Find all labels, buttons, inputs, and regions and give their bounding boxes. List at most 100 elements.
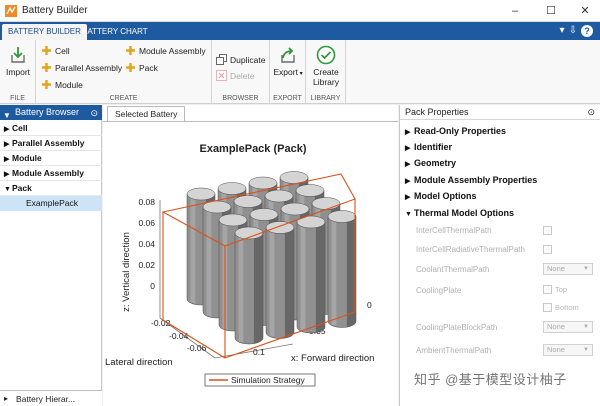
tree-item-label: Cell — [12, 123, 28, 133]
x-axis-label: x: Forward direction — [291, 353, 374, 364]
tree-leaf-example-pack[interactable]: ExamplePack — [0, 196, 102, 211]
panel-options-icon[interactable]: ⊙ — [587, 105, 595, 120]
duplicate-button[interactable]: Duplicate — [216, 53, 265, 67]
create-library-line1: Create — [313, 67, 339, 77]
tree-item-label: Pack — [12, 183, 32, 193]
create-pack-button[interactable]: Pack — [125, 61, 158, 75]
expand-arrow-icon[interactable]: ▶ — [4, 122, 12, 137]
section-label: Thermal Model Options — [414, 208, 515, 218]
module-label: Module — [55, 80, 83, 90]
plot-legend[interactable]: Simulation Strategy — [204, 373, 316, 387]
coolant-thermal-path-dropdown[interactable]: None ▼ — [543, 263, 593, 275]
tree-item-module[interactable]: ▶ Module — [0, 151, 102, 166]
inter-cell-radiative-label: InterCellRadiativeThermalPath — [416, 245, 525, 254]
duplicate-label: Duplicate — [230, 55, 266, 65]
expand-arrow-icon[interactable]: ▶ — [405, 125, 414, 140]
legend-strategy-label: Simulation Strategy — [231, 375, 305, 385]
ambient-thermal-path-dropdown[interactable]: None ▼ — [543, 344, 593, 356]
create-parallel-assembly-button[interactable]: Parallel Assembly — [41, 61, 122, 75]
z-axis-label: z: Vertical direction — [121, 232, 132, 312]
export-button[interactable]: Export ▾ — [272, 45, 304, 77]
maximize-button[interactable]: ☐ — [536, 0, 566, 22]
z-tick-label: 0 — [150, 281, 155, 291]
tree-item-pack[interactable]: ▼Pack — [0, 181, 102, 196]
cell-highlight — [300, 222, 306, 332]
section-read-only-properties[interactable]: ▶ Read-Only Properties — [400, 124, 600, 139]
expand-icon[interactable]: ⇩ — [567, 25, 579, 37]
panel-options-icon[interactable]: ⊙ — [90, 106, 98, 121]
battery-hierarchy-tab[interactable]: ▸ Battery Hierar... — [0, 390, 102, 406]
expand-arrow-icon[interactable]: ▶ — [405, 190, 414, 205]
plus-icon — [126, 46, 135, 55]
tree-item-label: Module — [12, 153, 42, 163]
import-icon — [11, 47, 25, 63]
inter-cell-thermal-path-checkbox[interactable] — [543, 226, 552, 235]
create-module-button[interactable]: Module — [41, 78, 83, 92]
create-group-label: CREATE — [109, 95, 138, 102]
cell-top — [186, 187, 216, 201]
window-title: Battery Builder — [22, 5, 88, 16]
ribbon: Import FILE Cell Parallel Assembly Modul… — [0, 40, 600, 104]
cell-label: Cell — [55, 46, 70, 56]
section-identifier[interactable]: ▶ Identifier — [400, 140, 600, 155]
z-tick-label: 0.08 — [138, 197, 155, 207]
tree-item-module-assembly[interactable]: ▶ Module Assembly — [0, 166, 102, 181]
cell-top — [296, 215, 326, 229]
tab-battery-chart[interactable]: BATTERY CHART — [76, 24, 154, 40]
create-module-assembly-button[interactable]: Module Assembly — [125, 44, 206, 58]
battery-cell — [296, 215, 326, 334]
help-icon[interactable]: ? — [581, 25, 593, 37]
delete-label: Delete — [230, 71, 255, 81]
expand-arrow-icon[interactable]: ▶ — [4, 137, 12, 152]
expand-arrow-icon[interactable]: ▶ — [4, 152, 12, 167]
cell-highlight — [331, 216, 337, 326]
expand-arrow-icon[interactable]: ▶ — [4, 167, 12, 182]
tab-battery-builder[interactable]: BATTERY BUILDER — [2, 24, 87, 40]
battery-browser-title: Battery Browser — [15, 107, 80, 117]
pack-3d-plot[interactable]: ExamplePack (Pack) 0.08 0.06 0.04 0.02 0 -0.0… — [103, 122, 398, 406]
coolant-thermal-path-label: CoolantThermalPath — [416, 265, 490, 274]
expand-arrow-icon[interactable]: ▶ — [405, 141, 414, 156]
tree-item-parallel-assembly[interactable]: ▶ Parallel Assembly — [0, 136, 102, 151]
create-library-button[interactable]: Create Library — [308, 45, 344, 87]
pack-properties-panel: Pack Properties ⊙ ▶ Read-Only Properties … — [399, 105, 600, 406]
browser-group-label: BROWSER — [222, 95, 259, 102]
y-axis-label: Lateral direction — [105, 357, 173, 368]
section-label: Geometry — [414, 158, 457, 168]
collapse-arrow-icon[interactable]: ▼ — [405, 207, 414, 222]
cell-highlight — [206, 207, 212, 317]
section-model-options[interactable]: ▶ Model Options — [400, 189, 600, 204]
expand-arrow-icon[interactable]: ▶ — [405, 157, 414, 172]
expand-arrow-icon[interactable]: ▶ — [405, 174, 414, 189]
inter-cell-radiative-checkbox[interactable] — [543, 245, 552, 254]
y-tick-label: -0.04 — [169, 331, 189, 341]
create-cell-button[interactable]: Cell — [41, 44, 70, 58]
module-assembly-label: Module Assembly — [139, 46, 206, 56]
library-group: Create Library LIBRARY — [306, 40, 346, 104]
delete-button[interactable]: Delete — [216, 69, 255, 83]
section-module-assembly-properties[interactable]: ▶ Module Assembly Properties — [400, 173, 600, 188]
section-thermal-model-options[interactable]: ▼ Thermal Model Options — [400, 206, 600, 221]
plus-icon — [126, 63, 135, 72]
cooling-plate-block-path-label: CoolingPlateBlockPath — [416, 323, 498, 332]
collapse-arrow-icon[interactable]: ▼ — [4, 182, 12, 197]
cell-top — [264, 189, 294, 203]
z-tick-label: 0.02 — [138, 260, 155, 270]
plus-icon — [42, 46, 51, 55]
check-circle-icon — [316, 45, 336, 65]
battery-builder-app-icon — [5, 5, 17, 17]
minimize-button[interactable]: – — [500, 0, 530, 22]
selected-battery-tab[interactable]: Selected Battery — [107, 106, 186, 121]
import-button[interactable]: Import — [4, 45, 32, 77]
battery-hierarchy-label: Battery Hierar... — [16, 394, 76, 404]
browser-group: Duplicate Delete BROWSER — [212, 40, 270, 104]
cooling-plate-top-checkbox[interactable] — [543, 285, 552, 294]
close-button[interactable]: ✕ — [570, 0, 600, 22]
cooling-plate-block-path-dropdown[interactable]: None ▼ — [543, 321, 593, 333]
file-group-label: FILE — [10, 95, 25, 102]
tree-item-cell[interactable]: ▶ Cell — [0, 121, 102, 136]
pack-properties-header: Pack Properties ⊙ — [400, 105, 600, 120]
section-geometry[interactable]: ▶ Geometry — [400, 156, 600, 171]
cooling-plate-bottom-checkbox[interactable] — [543, 303, 552, 312]
cell-top — [327, 210, 357, 223]
